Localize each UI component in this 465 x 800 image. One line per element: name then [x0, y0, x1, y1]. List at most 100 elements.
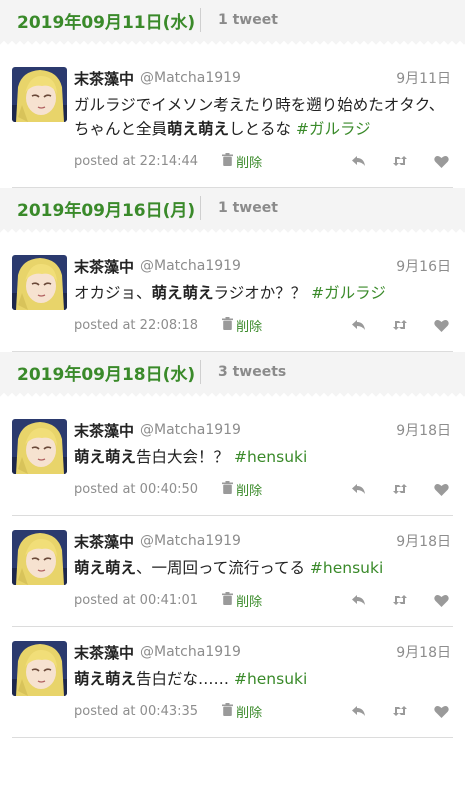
- hashtag-link[interactable]: #hensuki: [310, 559, 383, 577]
- day-separator: [200, 360, 201, 384]
- tweet-text-segment: ラジオか？？: [213, 284, 312, 302]
- avatar[interactable]: [12, 255, 67, 310]
- delete-button[interactable]: 削除: [222, 702, 262, 721]
- posted-prefix: posted at: [74, 592, 136, 608]
- delete-button[interactable]: 削除: [222, 591, 262, 610]
- reply-icon[interactable]: [351, 319, 366, 331]
- tweet-date[interactable]: 9月18日: [396, 420, 453, 440]
- user-handle[interactable]: @Matcha1919: [140, 533, 241, 549]
- tweet: 末茶藻中 @Matcha1919 9月11日ガルラジでイメソン考えたり時を遡り始めた…: [12, 41, 453, 188]
- hashtag-link[interactable]: #hensuki: [234, 670, 307, 688]
- tweet-count: 1 tweet: [218, 12, 278, 28]
- tweet-text: 萌え萌え告白大会！？ #hensuki: [74, 445, 453, 469]
- day-date: 2019年09月18日(水): [17, 364, 196, 385]
- posted-time: posted at 00:43:35: [74, 704, 198, 719]
- retweet-icon[interactable]: [392, 594, 408, 606]
- like-icon[interactable]: [434, 319, 449, 332]
- trash-icon: [222, 152, 234, 170]
- tweet-body: 末茶藻中 @Matcha1919 9月18日萌え萌え、一周回って流行ってる #hen…: [74, 530, 453, 612]
- tweet-meta: 末茶藻中 @Matcha1919 9月18日: [74, 530, 453, 552]
- hashtag-link[interactable]: #hensuki: [234, 448, 307, 466]
- tweet-text-segment: オカジョ、: [74, 284, 152, 302]
- user-name[interactable]: 末茶藻中: [74, 256, 134, 277]
- highlight-keyword: 萌え萌え: [151, 284, 214, 302]
- day-header: 2019年09月18日(水) 3 tweets: [0, 352, 465, 398]
- posted-prefix: posted at: [74, 317, 136, 333]
- tweet-date[interactable]: 9月18日: [396, 531, 453, 551]
- day-date: 2019年09月16日(月): [17, 200, 196, 221]
- day-header: 2019年09月11日(水) 1 tweet: [0, 0, 465, 46]
- reply-icon[interactable]: [351, 155, 366, 167]
- retweet-icon[interactable]: [392, 483, 408, 495]
- tweet-count: 1 tweet: [218, 200, 278, 216]
- posted-time-value: 00:43:35: [139, 703, 199, 719]
- tweet: 末茶藻中 @Matcha1919 9月18日萌え萌え告白だな…… #hensuki p…: [12, 627, 453, 738]
- tweet-meta: 末茶藻中 @Matcha1919 9月18日: [74, 641, 453, 663]
- delete-label: 削除: [236, 705, 263, 721]
- trash-icon: [222, 591, 234, 609]
- user-handle[interactable]: @Matcha1919: [140, 422, 241, 438]
- trash-icon: [222, 480, 234, 498]
- reply-icon[interactable]: [351, 705, 366, 717]
- tweet-date[interactable]: 9月18日: [396, 642, 453, 662]
- tweet: 末茶藻中 @Matcha1919 9月16日オカジョ、萌え萌えラジオか？？ #ガルラ…: [12, 229, 453, 352]
- day-date: 2019年09月11日(水): [17, 12, 196, 33]
- zigzag-divider: [0, 40, 465, 46]
- day-separator: [200, 8, 201, 32]
- trash-icon: [222, 316, 234, 334]
- tweet-date[interactable]: 9月11日: [396, 68, 453, 88]
- reply-icon[interactable]: [351, 483, 366, 495]
- posted-prefix: posted at: [74, 153, 136, 169]
- avatar[interactable]: [12, 641, 67, 696]
- delete-label: 削除: [236, 319, 263, 335]
- like-icon[interactable]: [434, 155, 449, 168]
- posted-time: posted at 22:08:18: [74, 318, 198, 333]
- posted-prefix: posted at: [74, 703, 136, 719]
- user-handle[interactable]: @Matcha1919: [140, 70, 241, 86]
- retweet-icon[interactable]: [392, 155, 408, 167]
- delete-button[interactable]: 削除: [222, 316, 262, 335]
- day-separator: [200, 196, 201, 220]
- reply-icon[interactable]: [351, 594, 366, 606]
- highlight-keyword: 萌え萌え: [167, 120, 230, 138]
- tweet-text-segment: 告白だな……: [136, 670, 234, 688]
- tweet-text: ガルラジでイメソン考えたり時を遡り始めたオタク、ちゃんと全員萌え萌えしとるな #…: [74, 93, 453, 141]
- like-icon[interactable]: [434, 483, 449, 496]
- action-icons: [351, 705, 453, 718]
- action-icons: [351, 155, 453, 168]
- tweet-actions: posted at 22:08:18 削除: [74, 313, 453, 337]
- user-handle[interactable]: @Matcha1919: [140, 258, 241, 274]
- hashtag-link[interactable]: #ガルラジ: [296, 120, 371, 138]
- delete-button[interactable]: 削除: [222, 152, 262, 171]
- tweet-meta: 末茶藻中 @Matcha1919 9月11日: [74, 67, 453, 89]
- like-icon[interactable]: [434, 594, 449, 607]
- day-header: 2019年09月16日(月) 1 tweet: [0, 188, 465, 234]
- user-name[interactable]: 末茶藻中: [74, 420, 134, 441]
- user-name[interactable]: 末茶藻中: [74, 68, 134, 89]
- tweet-archive: 2019年09月11日(水) 1 tweet 末茶藻中 @Matcha1919 9月1…: [0, 0, 465, 738]
- retweet-icon[interactable]: [392, 319, 408, 331]
- user-handle[interactable]: @Matcha1919: [140, 644, 241, 660]
- retweet-icon[interactable]: [392, 705, 408, 717]
- user-name[interactable]: 末茶藻中: [74, 531, 134, 552]
- avatar[interactable]: [12, 530, 67, 585]
- tweet-text-segment: しとるな: [229, 120, 296, 138]
- delete-button[interactable]: 削除: [222, 480, 262, 499]
- highlight-keyword: 萌え萌え: [74, 448, 137, 466]
- delete-label: 削除: [236, 483, 263, 499]
- like-icon[interactable]: [434, 705, 449, 718]
- tweet-body: 末茶藻中 @Matcha1919 9月18日萌え萌え告白だな…… #hensuki p…: [74, 641, 453, 723]
- tweet-text: オカジョ、萌え萌えラジオか？？ #ガルラジ: [74, 281, 453, 305]
- hashtag-link[interactable]: #ガルラジ: [311, 284, 386, 302]
- user-name[interactable]: 末茶藻中: [74, 642, 134, 663]
- posted-time: posted at 00:40:50: [74, 482, 198, 497]
- avatar[interactable]: [12, 419, 67, 474]
- tweet-text: 萌え萌え、一周回って流行ってる #hensuki: [74, 556, 453, 580]
- tweet-actions: posted at 00:43:35 削除: [74, 699, 453, 723]
- posted-time-value: 00:41:01: [139, 592, 199, 608]
- highlight-keyword: 萌え萌え: [74, 670, 137, 688]
- tweet-date[interactable]: 9月16日: [396, 256, 453, 276]
- action-icons: [351, 483, 453, 496]
- avatar[interactable]: [12, 67, 67, 122]
- zigzag-divider: [0, 392, 465, 398]
